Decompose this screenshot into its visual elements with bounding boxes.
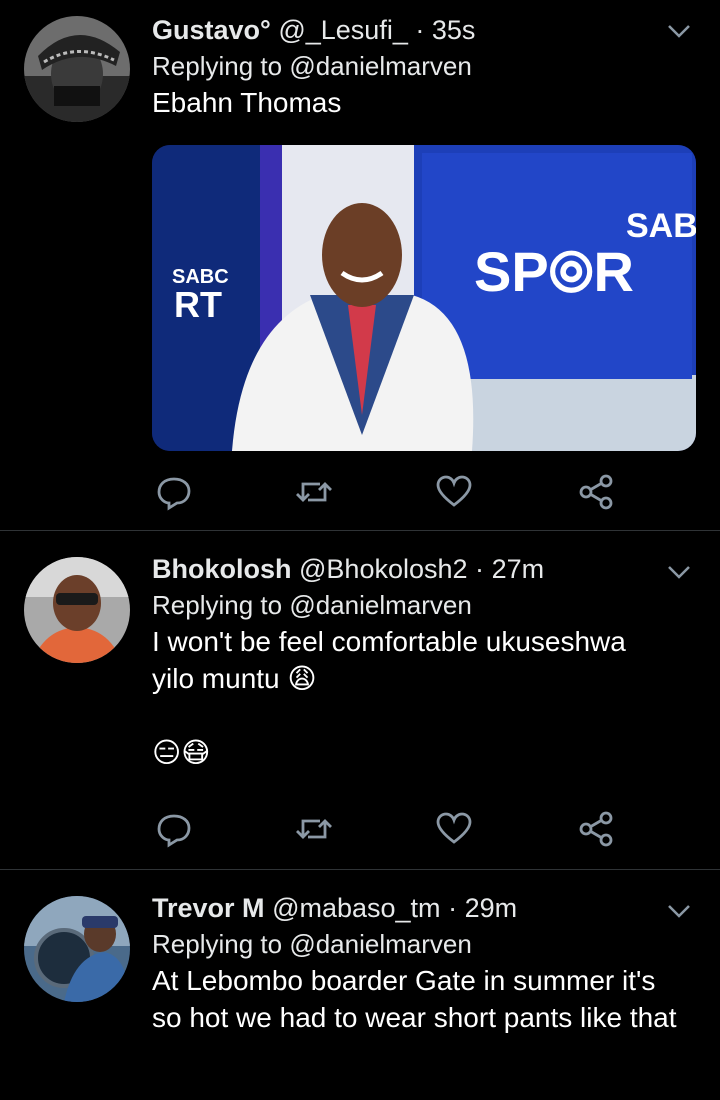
avatar[interactable] bbox=[24, 16, 130, 122]
replying-to: Replying to @danielmarven bbox=[152, 926, 690, 962]
reply-icon[interactable] bbox=[154, 472, 194, 512]
replying-to-label: Replying to bbox=[152, 51, 283, 81]
tweet-actions bbox=[152, 809, 622, 849]
tweet-actions bbox=[152, 472, 622, 512]
retweet-icon[interactable] bbox=[294, 809, 334, 849]
chevron-down-icon[interactable] bbox=[664, 16, 694, 46]
replying-to-label: Replying to bbox=[152, 590, 283, 620]
username[interactable]: @Bhokolosh2 bbox=[299, 554, 468, 584]
reply-mention-link[interactable]: @danielmarven bbox=[289, 51, 471, 81]
tweet-text: At Lebombo boarder Gate in summer it's s… bbox=[152, 965, 677, 1033]
display-name[interactable]: Gustavo° bbox=[152, 15, 271, 45]
like-icon[interactable] bbox=[434, 472, 474, 512]
tweet-header: Bhokolosh @Bhokolosh2 · 27m bbox=[152, 551, 690, 587]
timestamp[interactable]: 29m bbox=[465, 893, 518, 923]
replying-to-label: Replying to bbox=[152, 929, 283, 959]
display-name[interactable]: Trevor M bbox=[152, 893, 265, 923]
avatar[interactable] bbox=[24, 896, 130, 1002]
like-icon[interactable] bbox=[434, 809, 474, 849]
display-name[interactable]: Bhokolosh bbox=[152, 554, 292, 584]
avatar[interactable] bbox=[24, 557, 130, 663]
separator: · bbox=[415, 15, 425, 45]
reply-mention-link[interactable]: @danielmarven bbox=[289, 929, 471, 959]
tweet-header: Gustavo° @_Lesufi_ · 35s bbox=[152, 12, 690, 48]
timestamp[interactable]: 27m bbox=[492, 554, 545, 584]
sport-big-label: SP⦾R bbox=[474, 240, 634, 303]
share-icon[interactable] bbox=[576, 472, 616, 512]
rt-small-label: RT bbox=[174, 284, 222, 325]
reply-icon[interactable] bbox=[154, 809, 194, 849]
tweet[interactable]: Gustavo° @_Lesufi_ · 35s Replying to @da… bbox=[0, 0, 720, 531]
tweet-text: Ebahn Thomas bbox=[152, 87, 342, 118]
tweet[interactable]: Bhokolosh @Bhokolosh2 · 27m Replying to … bbox=[0, 531, 720, 870]
tweet-media-image[interactable]: SABC RT SAB SP⦾R bbox=[152, 145, 696, 451]
retweet-icon[interactable] bbox=[294, 472, 334, 512]
reply-mention-link[interactable]: @danielmarven bbox=[289, 590, 471, 620]
share-icon[interactable] bbox=[576, 809, 616, 849]
timestamp[interactable]: 35s bbox=[432, 15, 476, 45]
tweet-emoji-line: 😑😷 bbox=[152, 737, 211, 768]
tweet-header: Trevor M @mabaso_tm · 29m bbox=[152, 890, 690, 926]
tweet-text: I won't be feel comfortable ukuseshwa yi… bbox=[152, 626, 626, 694]
replying-to: Replying to @danielmarven bbox=[152, 587, 690, 623]
chevron-down-icon[interactable] bbox=[664, 896, 694, 926]
sabc-big-label: SAB bbox=[626, 207, 696, 245]
username[interactable]: @mabaso_tm bbox=[272, 893, 440, 923]
username[interactable]: @_Lesufi_ bbox=[278, 15, 408, 45]
tweet[interactable]: Trevor M @mabaso_tm · 29m Replying to @d… bbox=[0, 870, 720, 1100]
separator: · bbox=[475, 554, 485, 584]
replying-to: Replying to @danielmarven bbox=[152, 48, 690, 84]
separator: · bbox=[448, 893, 458, 923]
chevron-down-icon[interactable] bbox=[664, 557, 694, 587]
